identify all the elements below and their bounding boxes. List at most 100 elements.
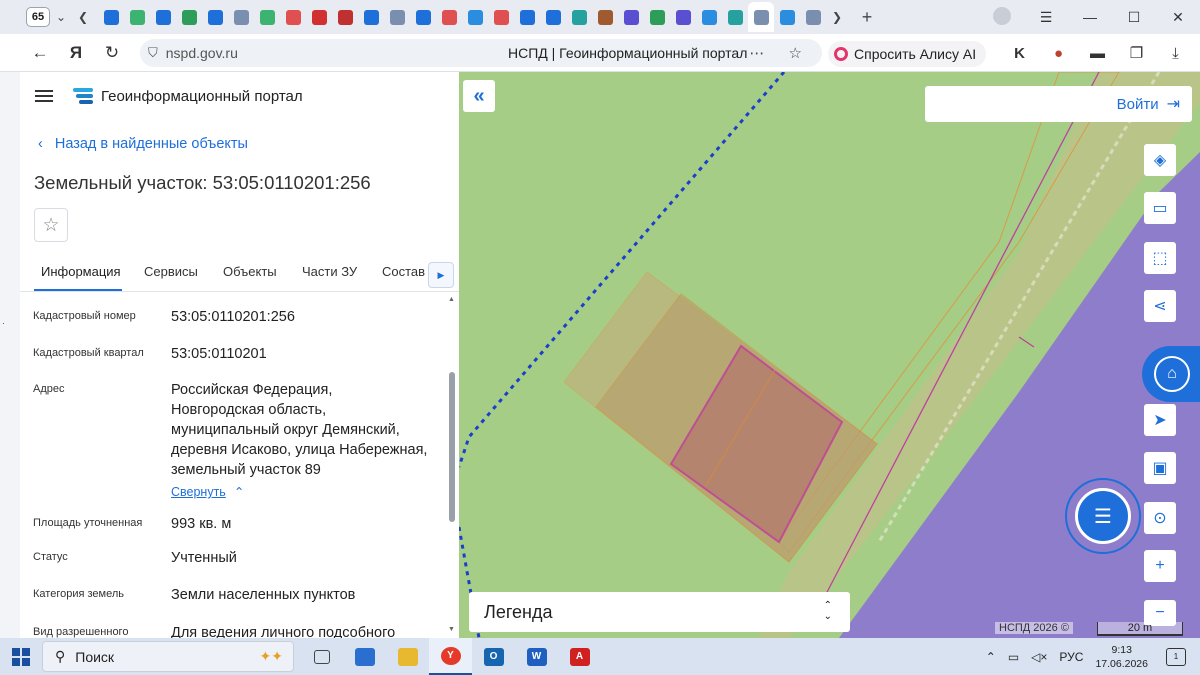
tabs-scroll-right-icon[interactable]: ▶ [428, 262, 454, 288]
login-button[interactable]: Войти ⇥ [925, 86, 1192, 122]
extension-k-icon[interactable]: K [1000, 45, 1039, 62]
url-field[interactable]: ⛉ nspd.gov.ru НСПД | Геоинформационный п… [140, 39, 822, 67]
browser-tab[interactable] [462, 2, 488, 32]
tab-services[interactable]: Сервисы [144, 264, 198, 279]
browser-tab[interactable] [774, 2, 800, 32]
tab-favicon-icon [597, 9, 613, 25]
locate-icon[interactable]: ➤ [1144, 404, 1176, 436]
close-window-button[interactable]: ✕ [1156, 9, 1200, 26]
url-actions[interactable]: ⋯ ☆ [749, 44, 812, 62]
tab-list-chevron-icon[interactable]: ⌄ [50, 6, 72, 28]
scroll-up-icon[interactable]: ▲ [448, 296, 455, 303]
minimize-button[interactable]: — [1068, 9, 1112, 25]
info-scrollbar[interactable]: ▲ ▼ [447, 294, 457, 638]
profile-avatar[interactable] [980, 6, 1024, 28]
tab-composition[interactable]: Состав [382, 264, 425, 279]
outlook-icon[interactable]: O [472, 638, 515, 675]
clock[interactable]: 9:13 17.06.2026 [1095, 643, 1148, 671]
window-menu-icon[interactable]: ☰ [1024, 9, 1068, 26]
browser-tab[interactable] [176, 2, 202, 32]
share-icon[interactable]: ⋖ [1144, 290, 1176, 322]
tab-count-badge[interactable]: 65 [26, 7, 50, 27]
collections-icon[interactable]: ❐ [1117, 44, 1156, 62]
collapse-panel-button[interactable]: « [463, 80, 495, 112]
tab-objects[interactable]: Объекты [223, 264, 277, 279]
browser-tab[interactable] [514, 2, 540, 32]
pdf-reader-icon[interactable]: A [558, 638, 601, 675]
reload-icon[interactable]: ↻ [94, 43, 130, 63]
select-area-icon[interactable]: ⬚ [1144, 242, 1176, 274]
scrollbar-thumb[interactable] [449, 372, 455, 522]
collapse-address-link[interactable]: Свернуть ⌃ [171, 482, 429, 502]
browser-tab[interactable] [202, 2, 228, 32]
start-button[interactable] [12, 647, 30, 666]
legend-toggle-icon: ⌃ ⌄ [823, 600, 832, 622]
maximize-button[interactable]: ☐ [1112, 9, 1156, 26]
new-tab-button[interactable]: + [856, 6, 878, 28]
language-indicator[interactable]: РУС [1059, 650, 1083, 664]
volume-icon[interactable]: ◁× [1031, 650, 1047, 664]
tray-chevron-icon[interactable]: ⌃ [986, 650, 996, 664]
browser-tab[interactable] [592, 2, 618, 32]
tab-favicon-icon [701, 9, 717, 25]
notification-count: 1 [1173, 652, 1179, 661]
browser-tab[interactable] [670, 2, 696, 32]
tab-parcel-parts[interactable]: Части ЗУ [302, 264, 357, 279]
word-icon[interactable]: W [515, 638, 558, 675]
login-icon: ⇥ [1166, 96, 1180, 113]
menu-icon[interactable] [35, 90, 53, 102]
zoom-in-icon[interactable]: + [1144, 550, 1176, 582]
browser-tab[interactable] [98, 2, 124, 32]
browser-tab[interactable] [358, 2, 384, 32]
favorite-star-icon[interactable]: ☆ [34, 208, 68, 242]
legend-dropdown[interactable]: Легенда ⌃ ⌄ [469, 592, 850, 632]
browser-tab[interactable] [540, 2, 566, 32]
taskbar-search[interactable]: ⚲ Поиск ✦✦ [42, 641, 294, 672]
back-to-results-link[interactable]: ‹ Назад в найденные объекты [38, 136, 248, 152]
browser-tab[interactable] [488, 2, 514, 32]
browser-tab[interactable] [800, 2, 826, 32]
scroll-tabs-right-icon[interactable]: ❯ [826, 6, 848, 28]
layers-icon[interactable]: ◈ [1144, 144, 1176, 176]
ask-alice-button[interactable]: Спросить Алису AI [828, 41, 987, 67]
browser-tab[interactable] [722, 2, 748, 32]
browser-tab[interactable] [254, 2, 280, 32]
browser-tab[interactable] [566, 2, 592, 32]
browser-tab[interactable] [332, 2, 358, 32]
browser-tab[interactable] [696, 2, 722, 32]
notifications-icon[interactable]: 1 [1166, 647, 1186, 666]
minimap-icon[interactable]: ▣ [1144, 452, 1176, 484]
point-search-icon[interactable]: ⊙ [1144, 502, 1176, 534]
browser-tab[interactable] [410, 2, 436, 32]
browser-tab[interactable] [644, 2, 670, 32]
chat-icon[interactable]: ☰ [1075, 488, 1131, 544]
parcel-search-icon[interactable]: ⌂ [1142, 346, 1200, 402]
yandex-home-icon[interactable]: Я [58, 43, 94, 63]
browser-tab[interactable] [306, 2, 332, 32]
browser-tab[interactable] [280, 2, 306, 32]
store-icon[interactable] [343, 638, 386, 675]
scroll-tabs-left-icon[interactable]: ❮ [72, 6, 94, 28]
map-view[interactable]: « Войти ⇥ ◈ ▭ ⬚ ⋖ ⌂ ➤ ▣ ⊙ + − ☰ Легенда … [459, 72, 1200, 638]
ruler-icon[interactable]: ▭ [1144, 192, 1176, 224]
map-canvas[interactable] [459, 72, 1200, 638]
browser-tab[interactable] [618, 2, 644, 32]
file-explorer-icon[interactable] [386, 638, 429, 675]
task-view-icon[interactable] [300, 638, 343, 675]
browser-tab[interactable] [748, 2, 774, 32]
back-arrow-icon[interactable]: ← [22, 43, 58, 63]
extension-avatar-icon[interactable]: ● [1039, 45, 1078, 62]
downloads-icon[interactable]: ⤓ [1156, 45, 1195, 62]
yandex-browser-icon[interactable]: Y [429, 638, 472, 675]
extension-hat-icon[interactable]: ▬ [1078, 45, 1117, 62]
browser-tab[interactable] [384, 2, 410, 32]
browser-tab[interactable] [124, 2, 150, 32]
alice-label: Спросить Алису AI [854, 46, 977, 62]
browser-tab[interactable] [150, 2, 176, 32]
browser-tab[interactable] [436, 2, 462, 32]
object-info-panel: Геоинформационный портал ‹ Назад в найде… [20, 72, 459, 638]
scroll-down-icon[interactable]: ▼ [448, 626, 455, 633]
network-icon[interactable]: ▭ [1008, 650, 1019, 664]
tab-information[interactable]: Информация [41, 264, 121, 279]
browser-tab[interactable] [228, 2, 254, 32]
